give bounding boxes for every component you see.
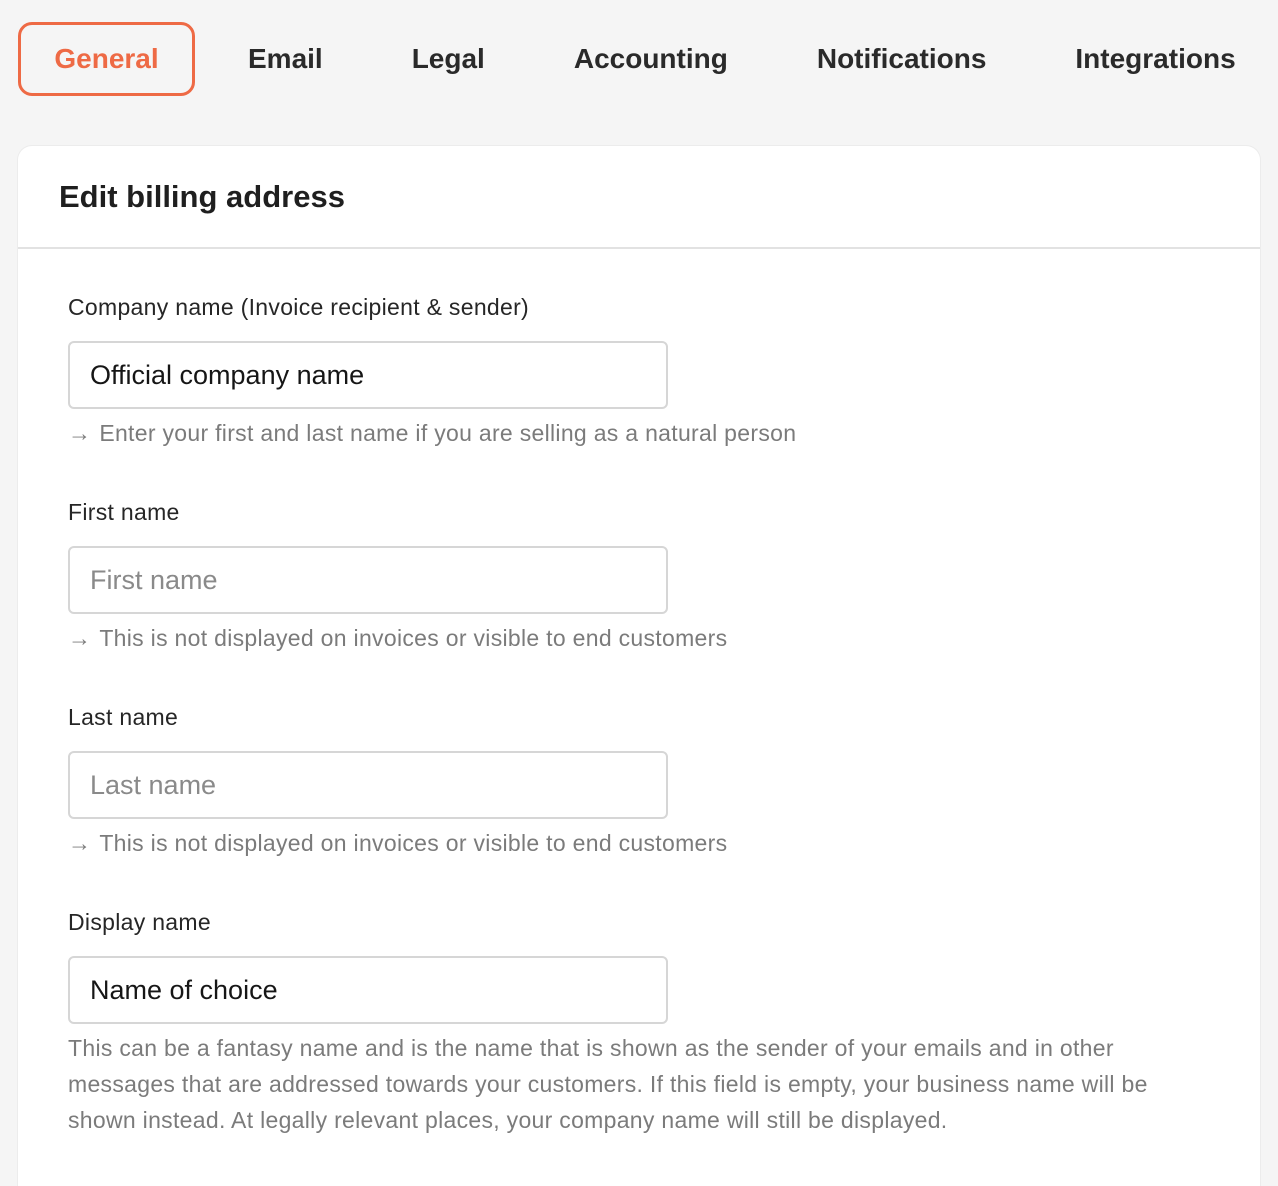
arrow-right-icon: → [68, 420, 92, 446]
company-name-group: Company name (Invoice recipient & sender… [68, 294, 796, 451]
company-name-label: Company name (Invoice recipient & sender… [68, 294, 530, 320]
tab-notifications[interactable]: Notifications [817, 22, 987, 96]
tab-accounting[interactable]: Accounting [574, 22, 728, 96]
last-name-input[interactable] [68, 751, 668, 819]
settings-tabs: General Email Legal Accounting Notificat… [18, 22, 1236, 96]
last-name-hint: → This is not displayed on invoices or vi… [68, 825, 727, 861]
arrow-right-icon: → [68, 830, 92, 856]
first-name-group: First name → This is not displayed on inv… [68, 499, 727, 656]
card-title: Edit billing address [59, 178, 345, 214]
first-name-input[interactable] [68, 546, 668, 614]
tab-legal[interactable]: Legal [412, 22, 485, 96]
tab-email[interactable]: Email [248, 22, 323, 96]
company-name-hint: → Enter your first and last name if you a… [68, 415, 796, 451]
display-name-input[interactable] [68, 956, 668, 1024]
last-name-group: Last name → This is not displayed on invo… [68, 704, 727, 861]
display-name-hint: This can be a fantasy name and is the na… [68, 1035, 1148, 1133]
display-name-label: Display name [68, 909, 211, 935]
first-name-hint-text: This is not displayed on invoices or vis… [99, 625, 728, 651]
billing-address-card: Edit billing address Company name (Invoi… [18, 146, 1260, 1186]
first-name-hint: → This is not displayed on invoices or vi… [68, 620, 727, 656]
first-name-label: First name [68, 499, 180, 525]
company-name-input[interactable] [68, 341, 668, 409]
company-name-hint-text: Enter your first and last name if you ar… [99, 420, 797, 446]
display-name-group: Display name This can be a fantasy name … [68, 909, 1208, 1138]
arrow-right-icon: → [68, 625, 92, 651]
last-name-label: Last name [68, 704, 179, 730]
card-header: Edit billing address [18, 146, 1260, 249]
last-name-hint-text: This is not displayed on invoices or vis… [99, 830, 728, 856]
tab-integrations[interactable]: Integrations [1075, 22, 1235, 96]
tab-general[interactable]: General [18, 22, 195, 96]
